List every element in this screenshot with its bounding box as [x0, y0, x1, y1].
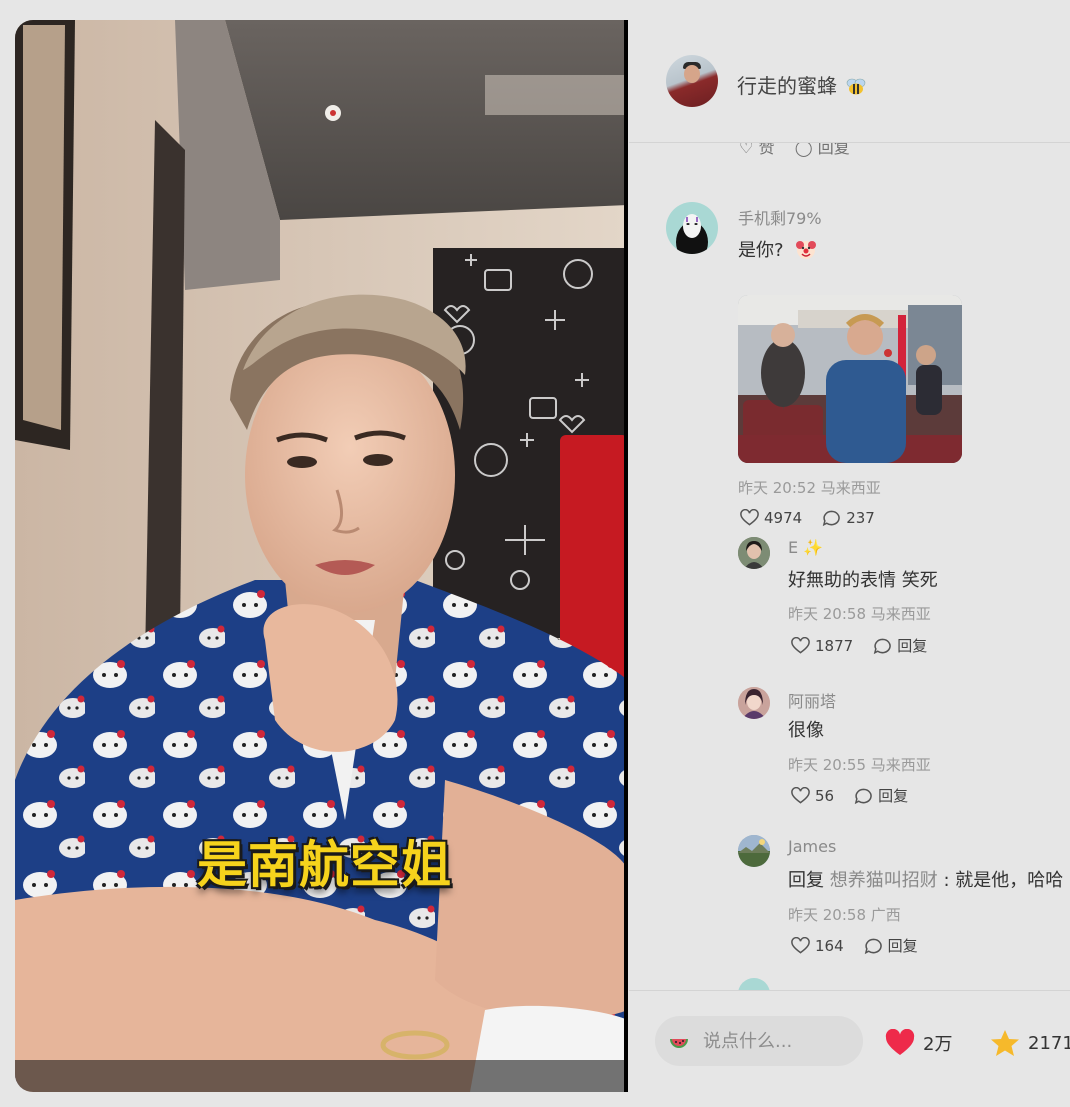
author-header: 行走的蜜蜂 [629, 20, 1070, 143]
comment-text: 很像 [788, 720, 824, 741]
heart-outline-icon [791, 936, 810, 954]
reply-button[interactable]: 回复 [864, 935, 918, 956]
reply-target-user[interactable]: 想养猫叫招财 [830, 870, 938, 891]
comment-text: 是你? [738, 236, 817, 262]
prev-comment-actions: ♡ 赞 ◯ 回复 [739, 142, 850, 158]
like-button[interactable]: 164 [791, 936, 844, 955]
heart-outline-icon [791, 636, 810, 654]
reply-label: 回复 [887, 937, 918, 955]
commenter-name[interactable]: E ✨ [788, 538, 823, 557]
chat-bubble-icon [864, 938, 882, 954]
reply-button[interactable]: 回复 [854, 785, 908, 806]
comment-actions: 4974 237 [740, 509, 875, 527]
chat-bubble-icon [822, 510, 840, 527]
favorite-button[interactable]: 2171 [990, 1029, 1070, 1057]
comment-input[interactable] [701, 1029, 845, 1053]
like-button[interactable]: 4974 [740, 509, 802, 527]
portrait-avatar-icon [738, 687, 770, 719]
app-frame: 是南航空姐 行走的蜜蜂 ♡ 赞 ◯ 回复 手机剩79% 是你? 昨天 20:52… [15, 20, 1070, 1092]
like-button[interactable]: 1877 [791, 636, 854, 655]
comment-meta: 昨天 20:55 马来西亚 [788, 756, 931, 774]
reply-count: 237 [846, 509, 875, 527]
video-player[interactable]: 是南航空姐 [15, 20, 628, 1092]
landscape-avatar-icon [738, 835, 770, 867]
watermelon-icon [670, 1038, 688, 1048]
commenter-name[interactable]: James [788, 837, 836, 856]
comment-actions: 1877 回复 [791, 635, 927, 656]
bee-emoji-icon [847, 78, 866, 95]
comment-image[interactable] [738, 295, 962, 463]
bottom-action-bar: 2万 2171 [629, 990, 1070, 1092]
next-commenter-avatar[interactable] [738, 978, 770, 990]
favorite-count: 2171 [1028, 1032, 1070, 1054]
like-count: 56 [815, 786, 835, 805]
comment-list[interactable]: ♡ 赞 ◯ 回复 手机剩79% 是你? 昨天 20:52 马来西亚 4974 2… [629, 142, 1070, 990]
portrait-avatar-icon [738, 537, 770, 569]
author-name-text[interactable]: 行走的蜜蜂 [737, 74, 837, 98]
commenter-avatar[interactable] [738, 537, 770, 569]
no-face-avatar-icon [676, 214, 708, 254]
comment-meta: 昨天 20:58 马来西亚 [788, 605, 931, 623]
comment-actions: 56 回复 [791, 785, 908, 806]
commenter-avatar[interactable] [738, 687, 770, 719]
star-filled-icon [991, 1030, 1019, 1056]
reply-label: 回复 [878, 787, 909, 805]
heart-outline-icon [791, 786, 810, 804]
comment-input-box[interactable] [655, 1016, 863, 1066]
reply-prefix: 回复 [788, 870, 824, 891]
commenter-name[interactable]: 手机剩79% [738, 205, 822, 229]
like-count: 1877 [815, 636, 854, 655]
prev-reply-button[interactable]: ◯ 回复 [795, 142, 850, 157]
reply-button[interactable]: 回复 [873, 635, 927, 656]
panel-divider [624, 20, 628, 1092]
author-avatar[interactable] [666, 55, 718, 107]
author-name[interactable]: 行走的蜜蜂 [737, 70, 866, 99]
like-count: 4974 [764, 509, 803, 527]
commenter-name[interactable]: 阿丽塔 [788, 688, 836, 712]
video-like-count: 2万 [923, 1034, 953, 1055]
comment-actions: 164 回复 [791, 935, 918, 956]
commenter-avatar[interactable] [738, 835, 770, 867]
like-video-button[interactable]: 2万 [885, 1029, 952, 1057]
comment-text: 回复 想养猫叫招财 : 就是他，哈哈 [788, 870, 1064, 891]
heart-filled-icon [885, 1029, 915, 1055]
video-frame-illustration [15, 20, 628, 1092]
clown-emoji-icon [796, 241, 817, 259]
reply-label: 回复 [897, 637, 928, 655]
comment-panel: 行走的蜜蜂 ♡ 赞 ◯ 回复 手机剩79% 是你? 昨天 20:52 马来西亚 … [629, 20, 1070, 1092]
comment-meta: 昨天 20:58 广西 [788, 906, 901, 924]
chat-bubble-icon [873, 638, 891, 654]
comment-text: 好無助的表情 笑死 [788, 570, 938, 591]
like-count: 164 [815, 936, 844, 955]
prev-like-button[interactable]: ♡ 赞 [739, 142, 774, 157]
reply-button[interactable]: 237 [822, 509, 875, 527]
heart-outline-icon [740, 509, 759, 526]
video-caption: 是南航空姐 [197, 836, 452, 894]
commenter-avatar[interactable] [666, 202, 718, 254]
like-button[interactable]: 56 [791, 786, 835, 805]
cabin-photo [738, 295, 962, 463]
chat-bubble-icon [854, 788, 872, 804]
comment-meta: 昨天 20:52 马来西亚 [738, 479, 881, 497]
